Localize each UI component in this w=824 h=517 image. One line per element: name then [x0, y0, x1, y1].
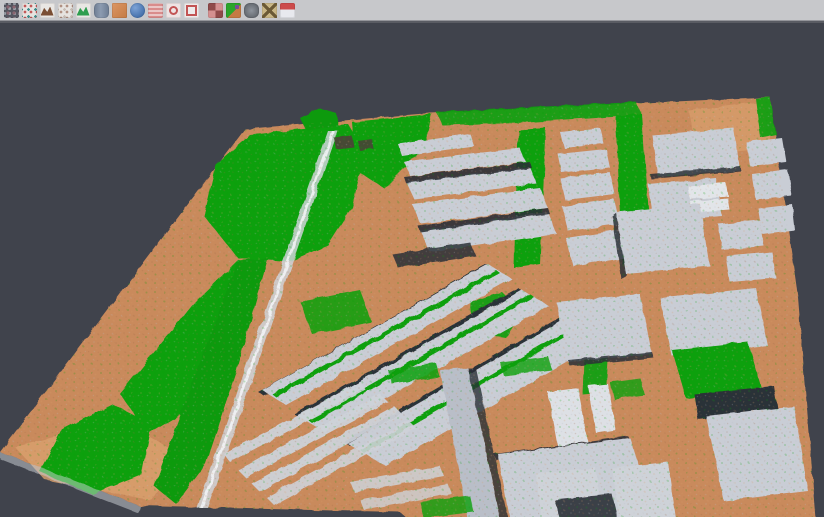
- viewport: [0, 21, 824, 517]
- classification-map-icon[interactable]: [226, 3, 241, 18]
- binoculars-icon[interactable]: [244, 3, 259, 18]
- classified-points-icon[interactable]: [22, 3, 37, 18]
- circle-selection-icon[interactable]: [166, 3, 181, 18]
- profile-lines-icon[interactable]: [148, 3, 163, 18]
- toolbar-icons: [2, 3, 297, 18]
- terrain-mound-icon[interactable]: [40, 3, 55, 18]
- rectangle-selection-icon[interactable]: [184, 3, 199, 18]
- measure-tool-icon[interactable]: [262, 3, 277, 18]
- orthophoto-icon[interactable]: [112, 3, 127, 18]
- scene-canvas[interactable]: [0, 23, 824, 517]
- dark-points-icon[interactable]: [4, 3, 19, 18]
- export-view-icon[interactable]: [280, 3, 295, 18]
- tile-checker-icon[interactable]: [208, 3, 223, 18]
- sparse-points-icon[interactable]: [58, 3, 73, 18]
- globe-navigation-icon[interactable]: [130, 3, 145, 18]
- application-window: [0, 0, 824, 517]
- toolbar: [0, 0, 824, 21]
- column-view-icon[interactable]: [94, 3, 109, 18]
- vegetation-surface-icon[interactable]: [76, 3, 91, 18]
- point-cloud-speckle-overlay: [0, 23, 824, 517]
